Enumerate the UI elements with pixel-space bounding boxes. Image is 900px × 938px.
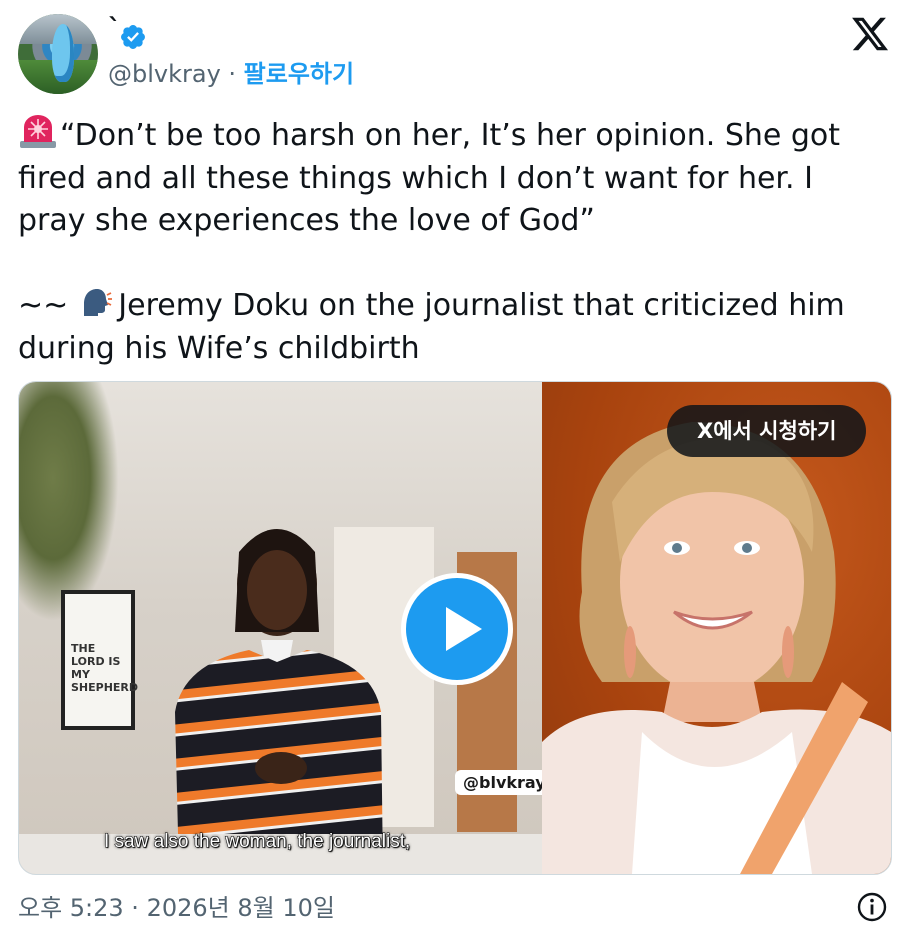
separator: · xyxy=(220,60,244,88)
avatar[interactable] xyxy=(18,14,98,94)
watch-on-x-button[interactable]: X에서 시청하기 xyxy=(667,405,867,457)
tilde-text: ~~ xyxy=(18,288,69,323)
info-icon[interactable] xyxy=(856,891,888,923)
attribution-text: Jeremy Doku on the journalist that criti… xyxy=(18,288,855,366)
rotating-light-emoji xyxy=(20,115,56,148)
quote-text: “Don’t be too harsh on her, It’s her opi… xyxy=(18,118,850,238)
x-logo-icon[interactable] xyxy=(850,14,890,54)
wall-poster: THE LORD IS MY SHEPHERD xyxy=(61,590,138,730)
play-button[interactable] xyxy=(401,573,513,685)
follow-button[interactable]: 팔로우하기 xyxy=(244,60,354,88)
speaking-head-emoji xyxy=(84,289,113,316)
man-figure xyxy=(175,529,383,874)
tweet-text: “Don’t be too harsh on her, It’s her opi… xyxy=(18,115,888,370)
play-icon xyxy=(446,607,482,651)
plant-decor xyxy=(19,382,119,622)
handle-line: @blvkray · 팔로우하기 xyxy=(108,58,354,90)
video-subtitle: I saw also the woman, the journalist, xyxy=(103,831,411,853)
video-player[interactable]: THE LORD IS MY SHEPHERD @blvkray I saw a… xyxy=(18,381,892,875)
timestamp[interactable]: 오후 5:23 · 2026년 8월 10일 xyxy=(18,893,335,923)
verified-badge-icon xyxy=(121,25,145,49)
watermark: @blvkray xyxy=(455,770,542,795)
author-handle[interactable]: @blvkray xyxy=(108,60,221,88)
